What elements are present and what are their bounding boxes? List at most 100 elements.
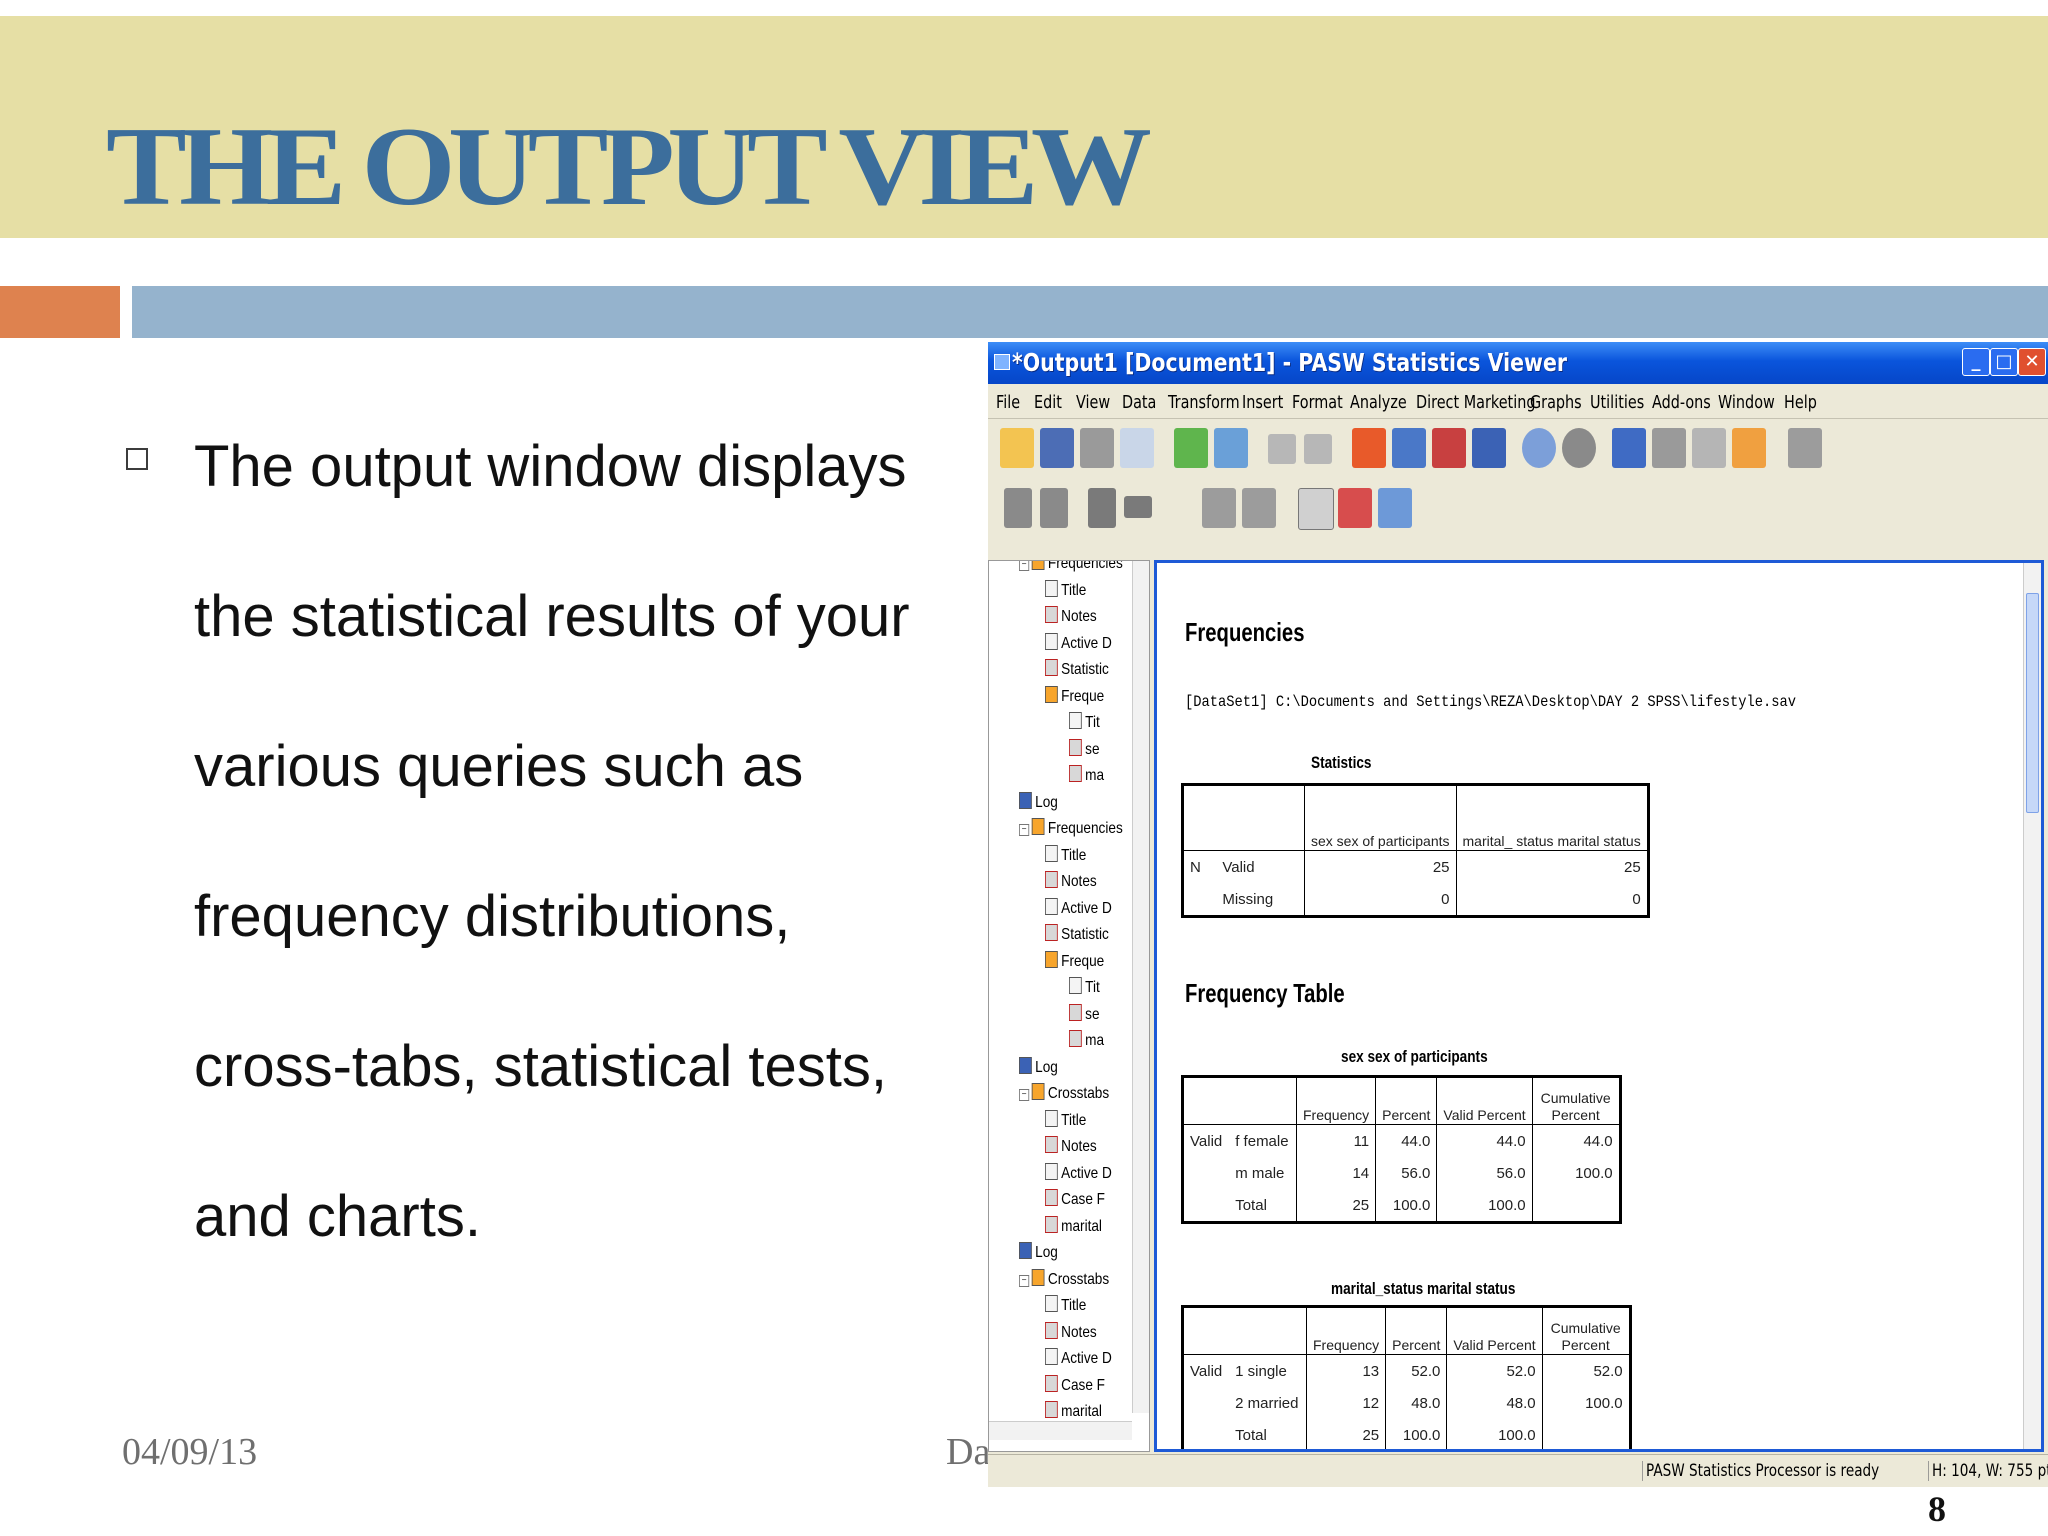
- forward-icon[interactable]: [1040, 488, 1068, 528]
- outline-item[interactable]: Log: [1019, 1056, 1058, 1079]
- expand-icon[interactable]: [1088, 488, 1116, 528]
- outline-item[interactable]: − Crosstabs: [1019, 1083, 1109, 1105]
- outline-item-label: Title: [1061, 846, 1087, 864]
- outline-item[interactable]: Notes: [1045, 1321, 1097, 1344]
- row-label: f female: [1229, 1124, 1298, 1157]
- redo-icon[interactable]: [1304, 434, 1332, 464]
- outline-item[interactable]: Active D: [1045, 1162, 1112, 1185]
- outline-item[interactable]: Title: [1045, 579, 1086, 602]
- print-icon[interactable]: [1080, 428, 1114, 468]
- outline-item[interactable]: Notes: [1045, 871, 1097, 893]
- value-labels-icon[interactable]: [1612, 428, 1646, 468]
- insert-new-text-icon[interactable]: [1378, 488, 1412, 528]
- menu-file[interactable]: File: [996, 392, 1020, 413]
- outline-item[interactable]: − Crosstabs: [1019, 1268, 1110, 1291]
- open-icon[interactable]: [1000, 428, 1034, 468]
- minimize-icon[interactable]: _: [1962, 348, 1990, 376]
- outline-item[interactable]: Tit: [1069, 712, 1100, 734]
- outline-item[interactable]: ma: [1069, 765, 1104, 787]
- procedure-icon: [1031, 818, 1045, 835]
- outline-item[interactable]: se: [1069, 738, 1100, 761]
- hide-items-icon[interactable]: [1242, 488, 1276, 528]
- outline-item-label: Active D: [1061, 1164, 1112, 1182]
- use-variable-sets-icon[interactable]: [1652, 428, 1686, 468]
- variables-icon[interactable]: [1472, 428, 1506, 468]
- designate-window-icon[interactable]: [1692, 428, 1726, 468]
- outline-item[interactable]: Log: [1019, 1242, 1058, 1264]
- collapse-icon[interactable]: [1124, 496, 1152, 518]
- menu-transform[interactable]: Transform: [1168, 392, 1240, 413]
- outline-item[interactable]: Statistic: [1045, 659, 1109, 681]
- print-preview-icon[interactable]: [1120, 428, 1154, 468]
- collapse-toggle-icon[interactable]: −: [1019, 561, 1030, 571]
- output-item-icon: [1045, 1295, 1058, 1312]
- undo-icon[interactable]: [1268, 434, 1296, 464]
- content-scrollbar-vertical[interactable]: [2023, 563, 2041, 1449]
- outline-item[interactable]: Case F: [1045, 1374, 1105, 1397]
- statistics-table: sex sex of participants marital_ status …: [1181, 783, 1650, 918]
- statistics-caption: Statistics: [1311, 753, 1372, 772]
- hide-icon[interactable]: [1788, 428, 1822, 468]
- goto-data-icon[interactable]: [1352, 428, 1386, 468]
- close-icon[interactable]: ✕: [2018, 348, 2046, 376]
- outline-item[interactable]: ma: [1069, 1030, 1104, 1052]
- insert-heading-icon[interactable]: [1732, 428, 1766, 468]
- menu-direct-marketing[interactable]: Direct Marketing: [1416, 392, 1535, 413]
- outline-scrollbar-horizontal[interactable]: [989, 1421, 1132, 1440]
- menu-edit[interactable]: Edit: [1034, 392, 1062, 413]
- outline-item[interactable]: marital: [1045, 1215, 1102, 1238]
- body-line: frequency distributions,: [194, 884, 791, 949]
- outline-item[interactable]: Case F: [1045, 1189, 1105, 1211]
- outline-item[interactable]: Log: [1019, 791, 1058, 814]
- outline-item[interactable]: Tit: [1069, 977, 1100, 999]
- insert-new-title-icon[interactable]: [1338, 488, 1372, 528]
- weight-cases-icon[interactable]: [1562, 428, 1596, 468]
- outline-item[interactable]: Freque: [1045, 685, 1104, 708]
- outline-item-label: Log: [1035, 793, 1058, 811]
- menu-data[interactable]: Data: [1122, 392, 1156, 413]
- outline-item[interactable]: Notes: [1045, 606, 1097, 628]
- goto-case-icon[interactable]: [1392, 428, 1426, 468]
- menu-help[interactable]: Help: [1784, 392, 1817, 413]
- outline-item[interactable]: Title: [1045, 844, 1087, 867]
- insert-new-heading-icon[interactable]: [1298, 488, 1334, 530]
- outline-item[interactable]: − Frequencies: [1019, 818, 1123, 840]
- save-icon[interactable]: [1040, 428, 1074, 468]
- outline-item[interactable]: Active D: [1045, 632, 1112, 655]
- cell-value: 52.0: [1385, 1354, 1448, 1387]
- outline-scrollbar-vertical[interactable]: [1132, 561, 1149, 1413]
- menu-graphs[interactable]: Graphs: [1530, 392, 1582, 413]
- outline-item[interactable]: se: [1069, 1003, 1100, 1026]
- collapse-toggle-icon[interactable]: −: [1019, 1089, 1030, 1101]
- collapse-toggle-icon[interactable]: −: [1019, 1274, 1030, 1287]
- outline-item[interactable]: Title: [1045, 1295, 1086, 1317]
- back-icon[interactable]: [1004, 488, 1032, 528]
- scrollbar-thumb[interactable]: [2026, 593, 2039, 813]
- outline-item[interactable]: Notes: [1045, 1136, 1097, 1158]
- menu-view[interactable]: View: [1076, 392, 1110, 413]
- outline-item[interactable]: Active D: [1045, 1348, 1112, 1370]
- outline-item[interactable]: − Frequencies: [1019, 561, 1123, 575]
- collapse-toggle-icon[interactable]: −: [1019, 824, 1030, 836]
- maximize-icon[interactable]: □: [1990, 348, 2018, 376]
- cell-value: 14: [1296, 1157, 1377, 1189]
- outline-item[interactable]: Title: [1045, 1109, 1086, 1132]
- menu-format[interactable]: Format: [1292, 392, 1343, 413]
- goto-variable-icon[interactable]: [1432, 428, 1466, 468]
- export-icon[interactable]: [1174, 428, 1208, 468]
- menu-window[interactable]: Window: [1718, 392, 1775, 413]
- menu-analyze[interactable]: Analyze: [1350, 392, 1407, 413]
- outline-item[interactable]: Freque: [1045, 950, 1104, 973]
- show-icon[interactable]: [1202, 488, 1236, 528]
- select-cases-icon[interactable]: [1522, 428, 1556, 468]
- procedure-icon: [1031, 1083, 1045, 1100]
- recall-dialog-icon[interactable]: [1214, 428, 1248, 468]
- outline-item[interactable]: Statistic: [1045, 924, 1109, 946]
- outline-item[interactable]: marital: [1045, 1401, 1102, 1423]
- table-row: N Valid 25 25: [1183, 850, 1649, 883]
- menu-insert[interactable]: Insert: [1242, 392, 1283, 413]
- menu-add-ons[interactable]: Add-ons: [1652, 392, 1711, 413]
- menu-utilities[interactable]: Utilities: [1590, 392, 1644, 413]
- outline-item[interactable]: Active D: [1045, 897, 1112, 920]
- outline-item-label: Crosstabs: [1047, 1270, 1110, 1288]
